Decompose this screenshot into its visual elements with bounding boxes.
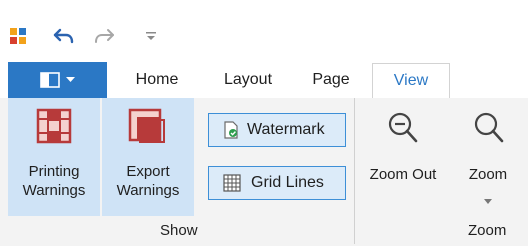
ribbon-tab-bar: Home Layout Page View — [0, 62, 528, 99]
watermark-button[interactable]: Watermark — [208, 113, 346, 147]
zoom-label: Zoom — [468, 166, 508, 183]
chevron-down-icon — [66, 77, 75, 83]
app-window-icon[interactable] — [8, 26, 28, 46]
watermark-label: Watermark — [247, 121, 325, 138]
zoom-group-label: Zoom — [468, 222, 507, 239]
watermark-icon — [223, 121, 239, 139]
export-warnings-button[interactable]: Export Warnings — [102, 98, 194, 216]
export-warnings-label-2: Warnings — [116, 182, 180, 199]
zoom-out-label: Zoom Out — [369, 166, 437, 183]
tab-home[interactable]: Home — [118, 62, 196, 98]
chevron-down-icon — [484, 191, 492, 209]
grid-lines-button[interactable]: Grid Lines — [208, 166, 346, 200]
printing-warnings-button[interactable]: Printing Warnings — [8, 98, 100, 216]
printing-warnings-label-2: Warnings — [22, 182, 86, 199]
zoom-out-button[interactable]: Zoom Out — [360, 98, 446, 216]
grid-lines-icon — [223, 174, 241, 192]
zoom-out-icon — [388, 112, 418, 149]
tab-page[interactable]: Page — [296, 62, 366, 98]
group-separator — [354, 98, 355, 244]
redo-icon[interactable] — [92, 24, 118, 48]
tab-layout[interactable]: Layout — [206, 62, 290, 98]
zoom-button[interactable]: Zoom — [452, 98, 524, 216]
tab-view[interactable]: View — [372, 63, 450, 99]
printing-warnings-icon — [36, 108, 72, 149]
export-warnings-icon — [128, 108, 166, 149]
show-group-label: Show — [160, 222, 198, 239]
printing-warnings-label-1: Printing — [28, 163, 80, 180]
customize-dropdown-icon[interactable] — [144, 28, 158, 44]
undo-icon[interactable] — [50, 24, 76, 48]
file-menu-button[interactable] — [8, 62, 107, 98]
zoom-icon — [474, 112, 504, 149]
ribbon-panel: Printing Warnings Export Warnings Waterm… — [0, 98, 528, 246]
quick-access-toolbar — [0, 0, 528, 62]
grid-lines-label: Grid Lines — [251, 174, 324, 191]
export-warnings-label-1: Export — [126, 163, 170, 180]
file-menu-icon — [40, 72, 60, 88]
